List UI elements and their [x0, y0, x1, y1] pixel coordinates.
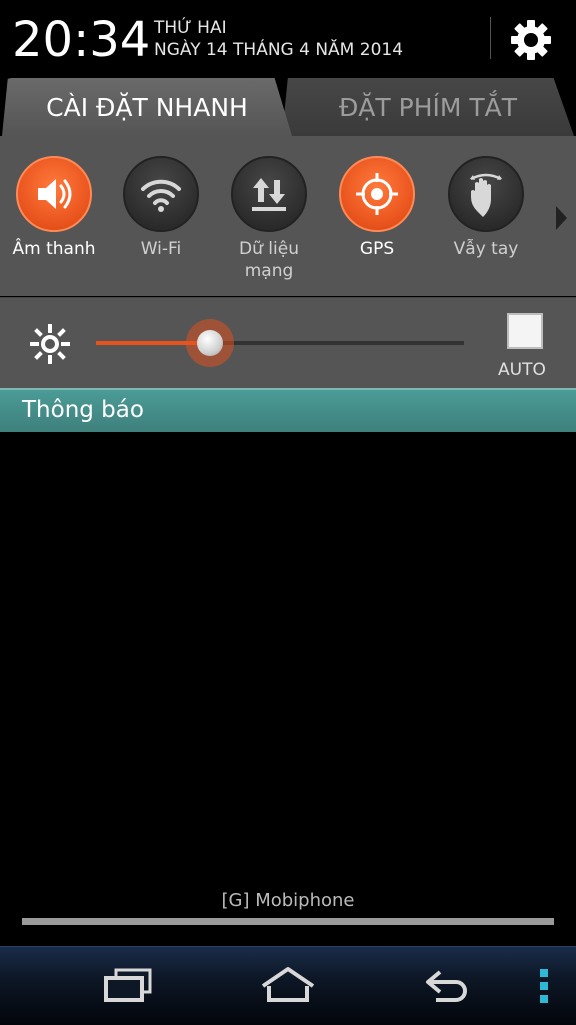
auto-brightness-label: AUTO	[498, 360, 546, 380]
menu-button[interactable]	[532, 961, 556, 1011]
notifications-title: Thông báo	[22, 397, 144, 423]
quick-settings-panel: Âm thanh Wi-Fi Dữ liệu mạng GPS Vẫy tay	[0, 136, 576, 296]
brightness-slider-thumb[interactable]	[186, 319, 235, 367]
toggle-wave-hand-button[interactable]	[448, 156, 524, 232]
date: NGÀY 14 THÁNG 4 NĂM 2014	[154, 40, 404, 60]
recent-apps-icon	[104, 968, 152, 1002]
day-of-week: THỨ HAI	[154, 18, 227, 38]
toggle-mobile-data-button[interactable]	[231, 156, 307, 232]
toggle-wave-hand-label: Vẫy tay	[453, 239, 519, 259]
toggle-gps-button[interactable]	[339, 156, 415, 232]
back-button[interactable]	[416, 961, 480, 1011]
header-divider	[490, 17, 491, 59]
status-header: 20:34 THỨ HAI NGÀY 14 THÁNG 4 NĂM 2014	[0, 0, 576, 80]
toggle-wifi-button[interactable]	[123, 156, 199, 232]
gear-icon	[511, 20, 551, 60]
brightness-panel: AUTO	[0, 297, 576, 388]
toggle-sound-label: Âm thanh	[12, 239, 96, 259]
wave-hand-icon	[470, 173, 502, 217]
navigation-bar	[0, 946, 576, 1025]
settings-button[interactable]	[506, 15, 556, 65]
clock: 20:34	[12, 12, 151, 68]
slider-knob	[197, 330, 224, 356]
toggle-sound-button[interactable]	[16, 156, 92, 232]
notifications-header: Thông báo	[0, 388, 576, 432]
toggle-wifi[interactable]: Wi-Fi	[107, 156, 215, 260]
toggle-gps-label: GPS	[359, 239, 395, 259]
toggle-gps[interactable]: GPS	[323, 156, 431, 260]
gps-target-icon	[356, 173, 398, 215]
speaker-icon	[38, 179, 72, 209]
home-icon	[261, 967, 315, 1002]
toggle-wifi-label: Wi-Fi	[140, 239, 182, 259]
tab-quick-settings[interactable]: CÀI ĐẶT NHANH	[2, 78, 292, 136]
data-arrows-icon	[252, 178, 286, 211]
drag-handle[interactable]	[22, 918, 554, 925]
toggle-wave-hand[interactable]: Vẫy tay	[432, 156, 540, 260]
overflow-menu-icon	[540, 969, 548, 1003]
tab-bar: ĐẶT PHÍM TẮT CÀI ĐẶT NHANH	[0, 76, 576, 136]
recent-apps-button[interactable]	[96, 961, 160, 1011]
wifi-icon	[141, 179, 181, 212]
toggle-mobile-data-label: Dữ liệu mạng	[239, 239, 299, 281]
tab-shortcuts[interactable]: ĐẶT PHÍM TẮT	[282, 78, 574, 136]
auto-brightness-checkbox[interactable]	[507, 313, 543, 349]
carrier-label: [G] Mobiphone	[221, 890, 355, 911]
back-arrow-icon	[426, 970, 467, 1002]
toggle-sound[interactable]: Âm thanh	[0, 156, 108, 260]
scroll-right-icon[interactable]	[556, 206, 567, 230]
toggle-mobile-data[interactable]: Dữ liệu mạng	[215, 156, 323, 282]
home-button[interactable]	[256, 961, 320, 1011]
brightness-slider[interactable]	[96, 319, 464, 367]
brightness-sun-icon	[30, 324, 70, 364]
